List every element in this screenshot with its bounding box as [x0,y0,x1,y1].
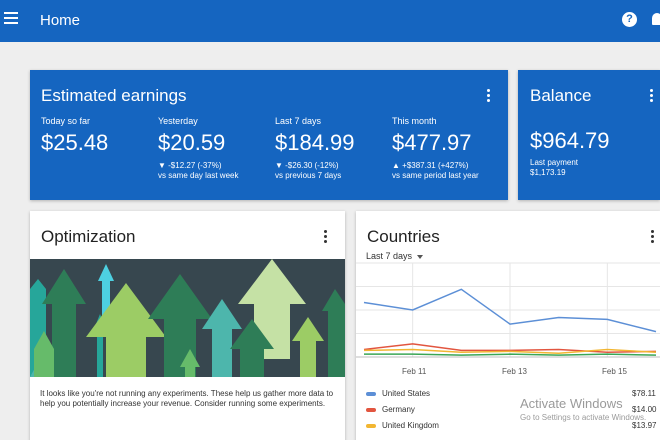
legend-item-germany[interactable]: Germany [366,405,415,414]
metric-value: $25.48 [41,130,109,155]
balance-card: Balance $964.79 Last payment $1,173.19 [518,70,660,200]
metric-label: Last 7 days [275,116,322,126]
earnings-more-icon[interactable] [487,89,491,104]
countries-more-icon[interactable] [651,230,655,245]
legend-label: United Kingdom [382,421,439,430]
countries-line-chart [356,262,660,358]
legend-swatch [366,391,376,396]
optimization-description: It looks like you're not running any exp… [40,389,334,408]
metric-comparison: vs same period last year [392,171,479,180]
app-header: Home ? [0,0,660,42]
estimated-earnings-card: Estimated earnings Today so far $25.48 Y… [30,70,508,200]
legend-swatch [366,407,376,412]
balance-more-icon[interactable] [650,89,654,104]
x-tick-label: Feb 11 [402,367,427,376]
metric-change: ▼ -$12.27 (-37%) [158,161,222,170]
legend-label: United States [382,389,431,398]
countries-title: Countries [367,227,440,246]
metric-comparison: vs previous 7 days [275,171,342,180]
help-icon[interactable]: ? [622,12,637,27]
x-tick-label: Feb 15 [602,367,627,376]
earnings-title: Estimated earnings [41,86,187,105]
legend-swatch [366,423,376,428]
optimization-more-icon[interactable] [324,230,328,245]
legend-label: Germany [382,405,415,414]
metric-today: Today so far $25.48 [41,116,108,156]
optimization-card: Optimization It looks like you're not ru… [30,211,345,440]
menu-icon[interactable] [4,12,18,24]
balance-title: Balance [530,86,592,105]
metric-yesterday: Yesterday $20.59 ▼ -$12.27 (-37%) vs sam… [158,116,238,180]
page-title: Home [40,12,81,29]
metric-value: $477.97 [392,130,472,155]
metric-comparison: vs same day last week [158,171,239,180]
metric-value: $184.99 [275,130,355,155]
metric-change: ▲ +$387.31 (+427%) [392,161,469,170]
windows-activation-watermark: Activate Windows Go to Settings to activ… [520,396,646,422]
metric-change: ▼ -$26.30 (-12%) [275,161,339,170]
last-payment-value: $1,173.19 [530,168,566,177]
optimization-illustration [30,259,345,377]
last-payment-label: Last payment [530,158,579,167]
metric-value: $20.59 [158,130,226,155]
legend-item-united-states[interactable]: United States [366,389,430,398]
metric-label: Yesterday [158,116,198,126]
metric-this-month: This month $477.97 ▲ +$387.31 (+427%) vs… [392,116,479,180]
legend-item-united-kingdom[interactable]: United Kingdom [366,421,439,430]
optimization-title: Optimization [41,227,136,246]
metric-last-7-days: Last 7 days $184.99 ▼ -$26.30 (-12%) vs … [275,116,355,180]
watermark-subtitle: Go to Settings to activate Windows. [520,413,647,422]
balance-value: $964.79 [530,128,610,153]
metric-label: Today so far [41,116,91,126]
legend-amount: $13.97 [632,421,657,430]
watermark-title: Activate Windows [520,396,623,411]
x-tick-label: Feb 13 [502,367,527,376]
notifications-icon[interactable] [652,13,660,25]
metric-label: This month [392,116,437,126]
